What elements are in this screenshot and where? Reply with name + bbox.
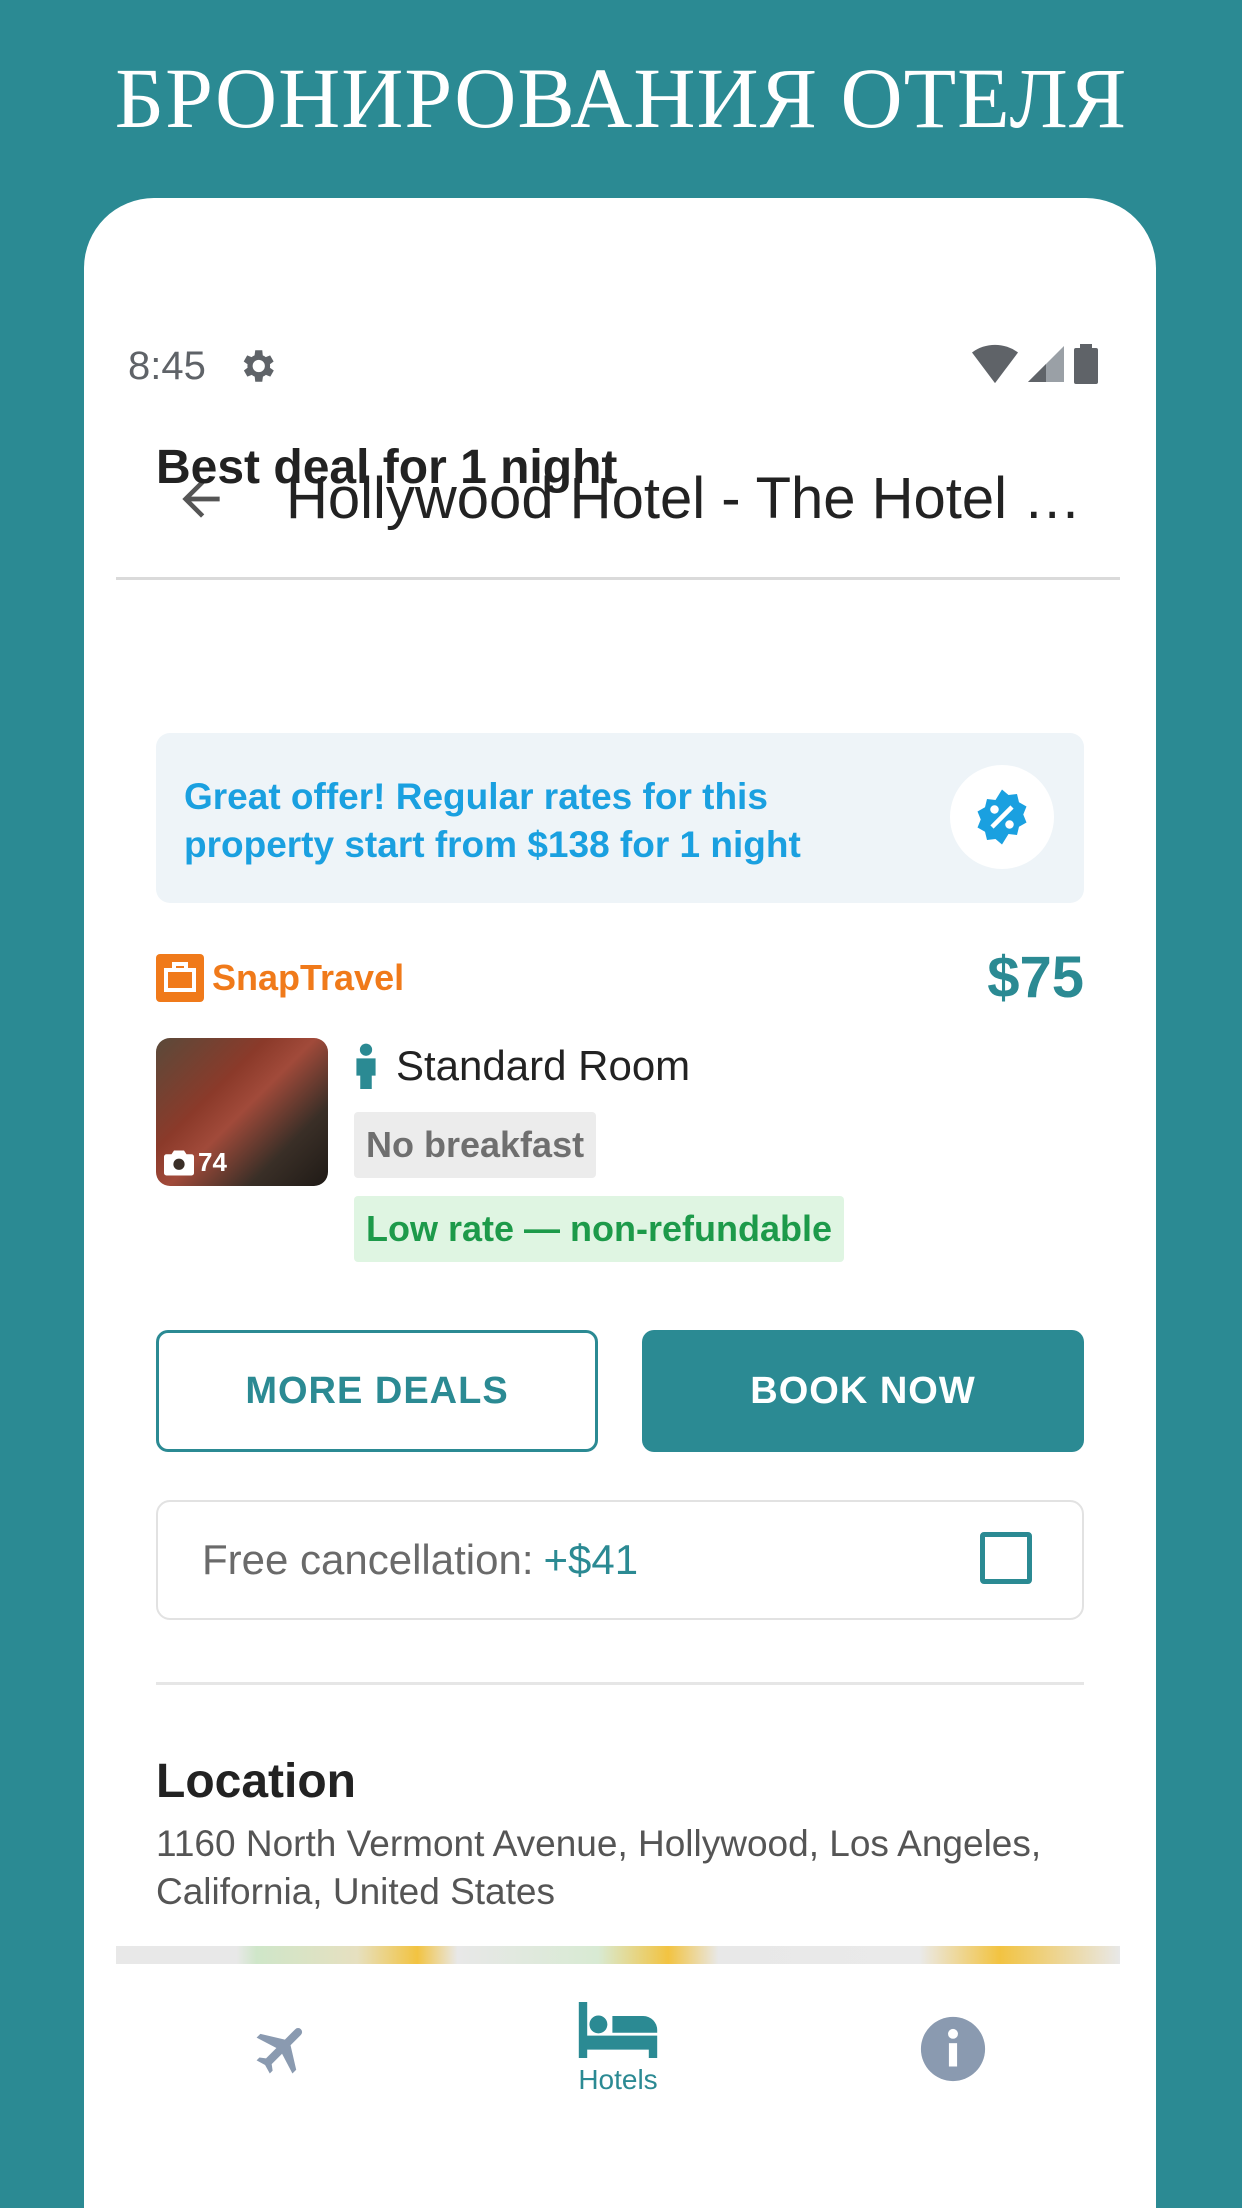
bed-icon — [578, 2002, 658, 2058]
photo-count-value: 74 — [198, 1147, 227, 1177]
divider — [156, 1682, 1084, 1685]
snaptravel-logo-icon — [156, 954, 204, 1002]
camera-icon — [164, 1150, 194, 1175]
cancellation-checkbox[interactable] — [980, 1532, 1032, 1584]
nav-item-info[interactable] — [785, 1964, 1120, 2134]
discount-badge — [950, 765, 1054, 869]
status-time: 8:45 — [128, 343, 206, 388]
breakfast-tag: No breakfast — [354, 1112, 597, 1178]
room-name-row: Standard Room — [354, 1036, 690, 1096]
settings-gear-icon — [243, 350, 274, 382]
bottom-navigation: Hotels — [116, 1964, 1120, 2134]
cell-signal-icon — [1028, 346, 1064, 382]
airplane-icon — [256, 2028, 303, 2074]
room-name: Standard Room — [396, 1042, 691, 1089]
hotel-address: 1160 North Vermont Avenue, Hollywood, Lo… — [156, 1823, 1042, 1912]
photo-count: 74 — [164, 1147, 227, 1178]
person-icon — [356, 1043, 376, 1089]
deal-price: $75 — [987, 945, 1084, 1010]
more-deals-button[interactable]: MORE DEALS — [156, 1330, 598, 1452]
phone-frame: 8:45 Hollywood Hotel - The Hotel of… Bes… — [84, 198, 1156, 2208]
rate-tag: Low rate — non-refundable — [354, 1196, 845, 1262]
map-preview[interactable] — [116, 1946, 1120, 1964]
provider-row: SnapTravel $75 — [156, 945, 1084, 1010]
provider-logo: SnapTravel — [156, 954, 404, 1002]
best-deal-heading: Best deal for 1 night — [156, 441, 618, 494]
provider-name: SnapTravel — [212, 957, 405, 998]
nav-label-hotels: Hotels — [578, 2064, 658, 2095]
book-now-button[interactable]: BOOK NOW — [642, 1330, 1084, 1452]
cancellation-amount: +$41 — [543, 1536, 639, 1583]
battery-icon — [1074, 344, 1098, 384]
nav-item-hotels[interactable]: Hotels — [451, 1964, 786, 2134]
percent-badge-icon — [977, 789, 1027, 845]
status-bar: 8:45 — [126, 336, 1126, 396]
offer-text: Great offer! Regular rates for this prop… — [184, 776, 801, 865]
offer-banner: Great offer! Regular rates for this prop… — [156, 733, 1084, 903]
free-cancellation-option[interactable]: Free cancellation: +$41 — [156, 1500, 1084, 1620]
cancellation-label: Free cancellation: — [202, 1536, 534, 1583]
location-heading: Location — [156, 1755, 356, 1808]
status-icons — [972, 344, 1098, 384]
promo-title: БРОНИРОВАНИЯ ОТЕЛЯ — [114, 50, 1128, 146]
room-photo[interactable]: 74 — [156, 1038, 328, 1186]
info-icon — [920, 2016, 985, 2082]
nav-item-flights[interactable] — [116, 1964, 451, 2134]
wifi-icon — [972, 344, 1018, 384]
